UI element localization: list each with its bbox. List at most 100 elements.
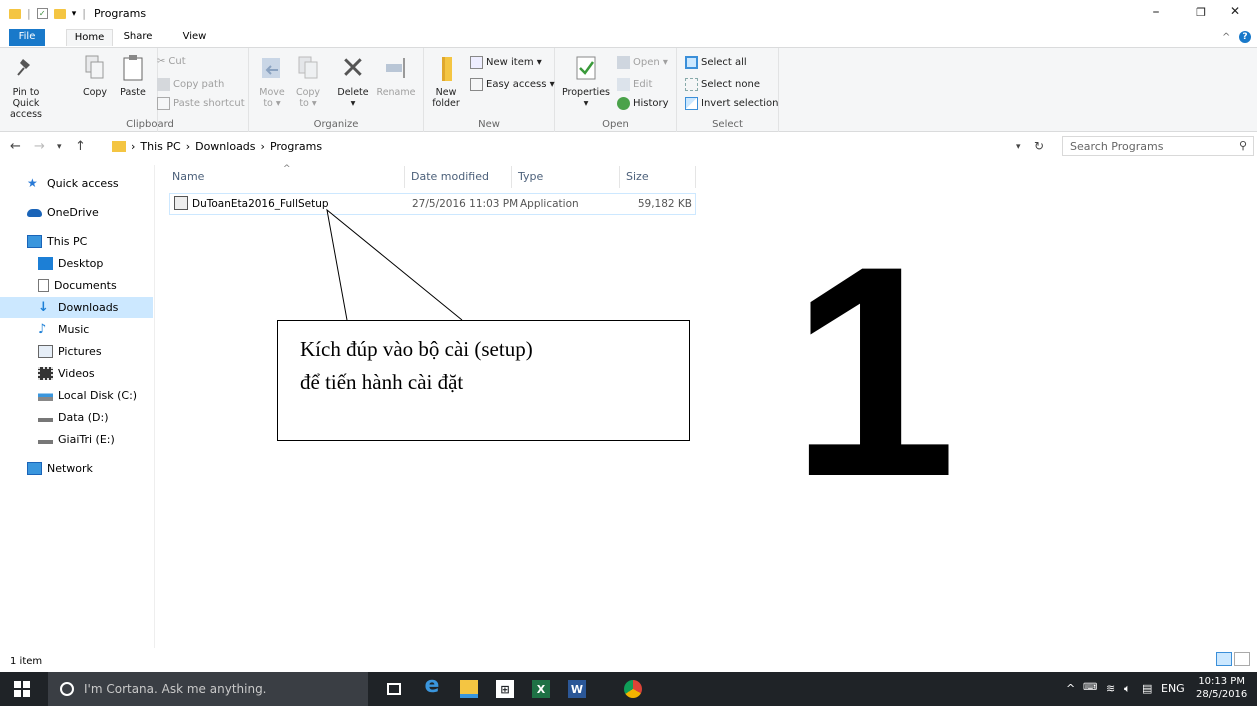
easy-access-button[interactable]: Easy access ▾: [470, 78, 555, 91]
nav-giaitri-e[interactable]: GiaiTri (E:): [0, 429, 153, 450]
move-to-button[interactable]: Move to ▾: [257, 52, 287, 109]
nav-desktop[interactable]: Desktop: [0, 253, 153, 274]
word-icon[interactable]: W: [568, 680, 586, 698]
copy-to-button[interactable]: Copy to ▾: [293, 52, 323, 109]
recent-locations-icon[interactable]: ▾: [57, 142, 62, 152]
edge-browser-icon[interactable]: e: [423, 673, 441, 698]
excel-icon[interactable]: X: [532, 680, 550, 698]
refresh-icon[interactable]: ↻: [1034, 139, 1044, 153]
select-none-button[interactable]: Select none: [685, 78, 760, 91]
nav-label: Documents: [54, 279, 117, 292]
collapse-ribbon-icon[interactable]: ^: [1222, 32, 1230, 43]
address-bar-row: ← → ▾ ↑ › This PC › Downloads › Programs…: [0, 136, 1257, 158]
volume-icon[interactable]: 🔈︎: [1124, 682, 1131, 696]
nav-label: Local Disk (C:): [58, 389, 138, 402]
nav-music[interactable]: ♪ Music: [0, 319, 153, 340]
file-explorer-icon[interactable]: [460, 680, 478, 698]
nav-downloads[interactable]: ↓ Downloads: [0, 297, 153, 318]
tab-home[interactable]: Home: [66, 29, 113, 46]
organize-group: Move to ▾ Copy to ▾ ✕ Delete ▾ Rename Or…: [249, 48, 424, 132]
address-dropdown-icon[interactable]: ▾: [1016, 142, 1021, 152]
invert-selection-button[interactable]: Invert selection: [685, 97, 779, 110]
paste-shortcut-button[interactable]: Paste shortcut: [157, 97, 245, 110]
nav-quick-access[interactable]: ★ Quick access: [0, 173, 153, 194]
nav-data-d[interactable]: Data (D:): [0, 407, 153, 428]
nav-videos[interactable]: Videos: [0, 363, 153, 384]
column-header-date[interactable]: Date modified: [405, 166, 512, 188]
cortana-ring-icon: [60, 682, 74, 696]
select-none-label: Select none: [701, 79, 760, 90]
file-row[interactable]: DuToanEta2016_FullSetup 27/5/2016 11:03 …: [169, 193, 696, 215]
cloud-icon: [27, 208, 42, 217]
up-arrow-icon[interactable]: ↑: [75, 139, 86, 154]
back-arrow-icon[interactable]: ←: [10, 139, 21, 154]
restore-button[interactable]: ❐: [1186, 6, 1216, 19]
properties-button[interactable]: Properties ▾: [561, 52, 611, 109]
cut-button[interactable]: ✂ Cut: [157, 56, 186, 67]
copy-button[interactable]: Copy: [80, 52, 110, 98]
breadcrumb-programs[interactable]: Programs: [270, 140, 322, 153]
search-input[interactable]: Search Programs ⚲: [1062, 136, 1254, 156]
input-method-icon[interactable]: ⌨: [1083, 682, 1097, 693]
nav-label: Network: [47, 462, 93, 475]
help-icon[interactable]: ?: [1239, 31, 1251, 43]
tab-view[interactable]: View: [177, 29, 212, 46]
select-all-icon: [685, 56, 698, 69]
navigation-pane: ★ Quick access OneDrive This PC Desktop D…: [0, 165, 155, 648]
copy-label: Copy: [82, 87, 108, 98]
properties-check-icon[interactable]: ✓: [36, 8, 48, 19]
forward-arrow-icon[interactable]: →: [34, 139, 45, 154]
breadcrumb-this-pc[interactable]: This PC: [140, 140, 180, 153]
file-name: DuToanEta2016_FullSetup: [192, 198, 329, 210]
new-item-label: New item ▾: [486, 57, 542, 68]
open-button[interactable]: Open ▾: [617, 56, 668, 69]
column-header-name[interactable]: Name: [166, 166, 405, 188]
cortana-search-box[interactable]: I'm Cortana. Ask me anything.: [48, 672, 368, 706]
pin-quick-access-button[interactable]: Pin to Quick access: [4, 52, 48, 120]
language-indicator[interactable]: ENG: [1161, 682, 1185, 695]
callout-line-2: để tiến hành cài đặt: [300, 370, 464, 394]
action-center-icon[interactable]: ▤: [1142, 682, 1152, 695]
invert-selection-label: Invert selection: [701, 98, 779, 109]
status-item-count: 1 item: [10, 656, 43, 667]
store-bag-icon[interactable]: ⊞: [496, 680, 514, 698]
wifi-icon[interactable]: ≋: [1106, 682, 1115, 695]
nav-this-pc[interactable]: This PC: [0, 231, 153, 252]
nav-local-disk-c[interactable]: Local Disk (C:): [0, 385, 153, 406]
ribbon: Pin to Quick access Copy Paste ✂ Cut Copy…: [0, 47, 1257, 132]
windows-start-icon[interactable]: [14, 681, 30, 697]
minimize-button[interactable]: –: [1141, 4, 1171, 20]
new-folder-icon[interactable]: [53, 8, 66, 19]
new-folder-button[interactable]: New folder: [430, 52, 462, 109]
task-view-icon[interactable]: [387, 683, 401, 695]
address-bar[interactable]: › This PC › Downloads › Programs: [107, 136, 1033, 156]
nav-label: OneDrive: [47, 206, 99, 219]
tab-file[interactable]: File: [9, 29, 45, 46]
details-view-icon[interactable]: [1216, 652, 1232, 666]
qat-dropdown-icon[interactable]: ▾: [72, 9, 77, 19]
tab-share[interactable]: Share: [118, 29, 158, 46]
system-drive-icon: [38, 390, 53, 401]
column-header-size[interactable]: Size: [620, 166, 696, 188]
large-icons-view-icon[interactable]: [1234, 652, 1250, 666]
setup-app-icon: [174, 196, 188, 210]
nav-pictures[interactable]: Pictures: [0, 341, 153, 362]
close-button[interactable]: ✕: [1220, 4, 1250, 18]
delete-button[interactable]: ✕ Delete ▾: [335, 52, 371, 109]
paste-button[interactable]: Paste: [118, 52, 148, 98]
column-header-type[interactable]: Type: [512, 166, 620, 188]
nav-onedrive[interactable]: OneDrive: [0, 202, 153, 223]
delete-x-icon: ✕: [340, 50, 366, 86]
copy-path-button[interactable]: Copy path: [157, 78, 224, 91]
system-clock[interactable]: 10:13 PM 28/5/2016: [1196, 675, 1247, 701]
chrome-icon[interactable]: [624, 680, 642, 698]
nav-network[interactable]: Network: [0, 458, 153, 479]
breadcrumb-downloads[interactable]: Downloads: [195, 140, 255, 153]
rename-button[interactable]: Rename: [375, 52, 417, 98]
edit-button[interactable]: Edit: [617, 78, 652, 91]
select-all-button[interactable]: Select all: [685, 56, 747, 69]
nav-documents[interactable]: Documents: [0, 275, 153, 296]
show-hidden-icons-icon[interactable]: ^: [1066, 682, 1075, 695]
new-item-button[interactable]: New item ▾: [470, 56, 542, 69]
history-button[interactable]: History: [617, 97, 669, 110]
